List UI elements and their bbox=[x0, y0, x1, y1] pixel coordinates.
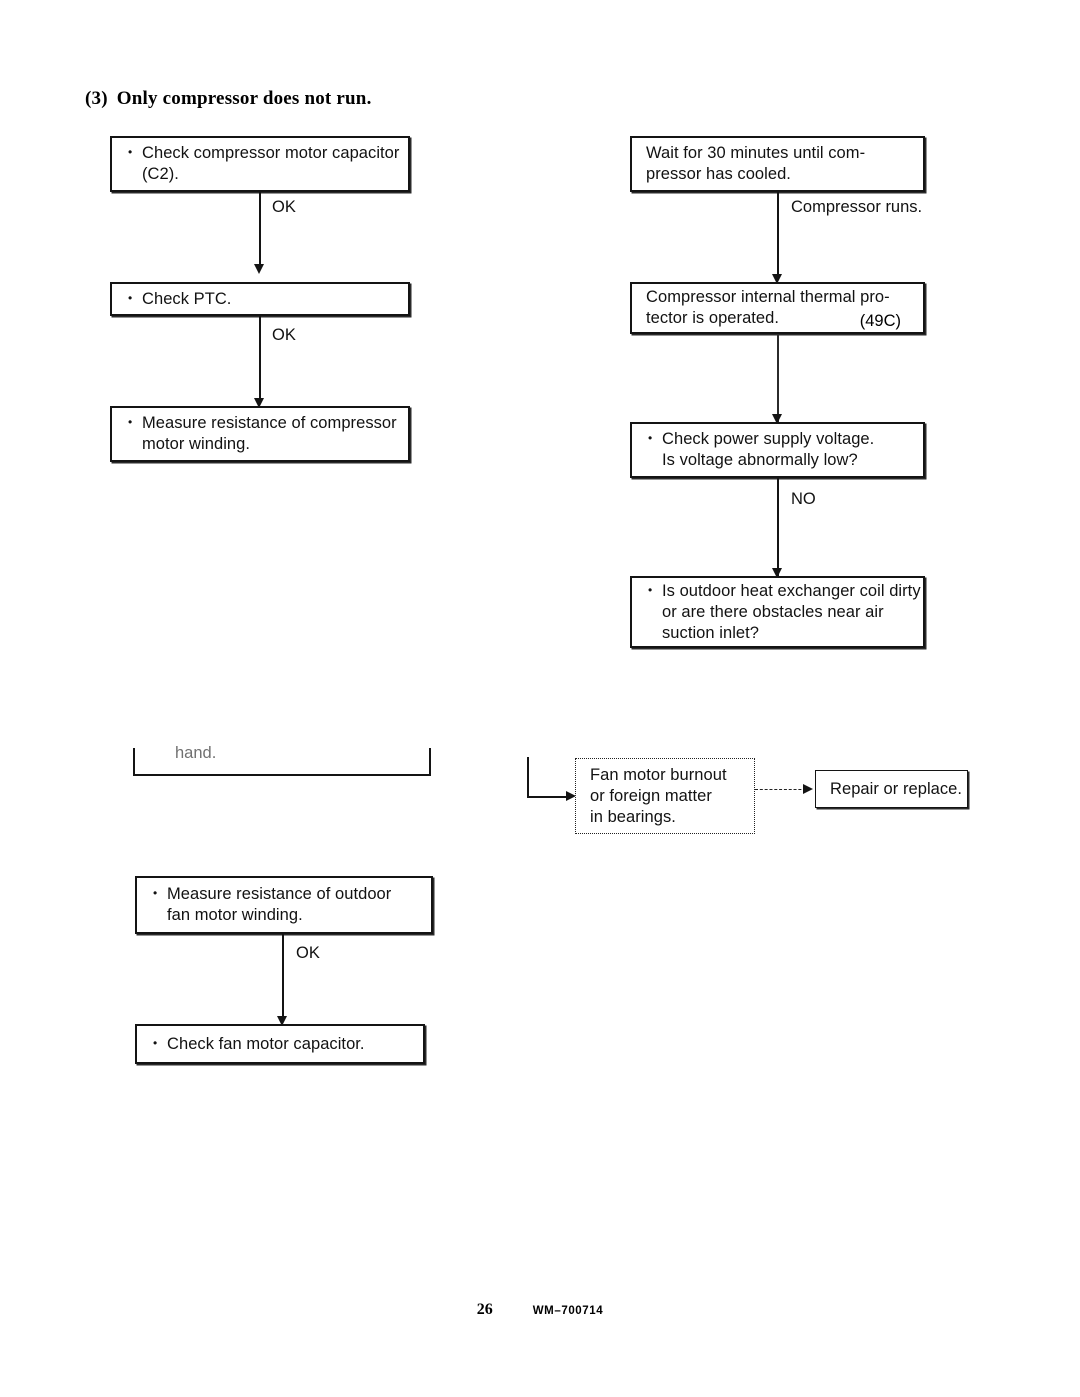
section-heading-number: (3) bbox=[85, 88, 108, 109]
flow-box-label: Repair or replace. bbox=[830, 779, 963, 798]
flow-box-outdoor-heat-exchanger-coil-dirty: Is outdoor heat exchanger coil dirty or … bbox=[630, 576, 925, 648]
flow-box-measure-resistance-compressor-motor-winding: Measure resistance of compressor motor w… bbox=[110, 406, 410, 462]
flow-box-thermal-protector-operated: Compressor internal thermal pro- tector … bbox=[630, 282, 925, 334]
section-heading: (3) Only compressor does not run. bbox=[85, 88, 372, 110]
document-page: (3) Only compressor does not run. Check c… bbox=[0, 0, 1080, 1397]
flow-box-label: Compressor internal thermal pro- tector … bbox=[646, 288, 890, 327]
flow-box-label: Measure resistance of compressor motor w… bbox=[112, 412, 397, 455]
flow-box-truncated-fragment: hand. bbox=[175, 744, 217, 762]
connector-line-capacitor-to-ptc bbox=[259, 192, 261, 268]
connector-line-power-supply-to-coil bbox=[777, 478, 779, 578]
flow-box-fan-motor-burnout: Fan motor burnout or foreign matter in b… bbox=[575, 758, 755, 834]
connector-line-wait-to-thermal bbox=[777, 192, 779, 278]
connector-line-thermal-to-power-supply bbox=[777, 334, 779, 422]
edge-label-compressor-runs: Compressor runs. bbox=[791, 198, 923, 216]
edge-label-ok-1: OK bbox=[272, 198, 296, 216]
page-footer: 26 WM–700714 bbox=[0, 1301, 1080, 1319]
edge-label-ok-2: OK bbox=[272, 326, 296, 344]
flow-box-label: Fan motor burnout or foreign matter in b… bbox=[590, 765, 727, 826]
flow-box-check-power-supply-voltage: Check power supply voltage. Is voltage a… bbox=[630, 422, 925, 478]
flow-box-repair-or-replace: Repair or replace. bbox=[815, 770, 968, 808]
flow-box-wait-30-minutes: Wait for 30 minutes until com- pressor h… bbox=[630, 136, 925, 192]
connector-line-fan-winding-to-capacitor bbox=[282, 934, 284, 1020]
flow-box-label: Wait for 30 minutes until com- pressor h… bbox=[646, 144, 866, 183]
flow-box-label: Check fan motor capacitor. bbox=[137, 1033, 365, 1055]
edge-label-ok-3: OK bbox=[296, 944, 320, 962]
flow-box-measure-resistance-outdoor-fan-motor-winding: Measure resistance of outdoor fan motor … bbox=[135, 876, 433, 934]
flow-box-label: Is outdoor heat exchanger coil dirty or … bbox=[632, 580, 921, 644]
edge-label-no: NO bbox=[791, 490, 816, 508]
arrow-right-icon bbox=[803, 784, 813, 794]
flow-box-truncated-hand: hand. bbox=[133, 744, 431, 776]
flow-box-label: Check PTC. bbox=[112, 288, 231, 310]
flow-box-label: Check compressor motor capacitor (C2). bbox=[112, 142, 399, 185]
flow-box-check-compressor-motor-capacitor: Check compressor motor capacitor (C2). bbox=[110, 136, 410, 192]
footer-page-number: 26 bbox=[476, 1301, 493, 1318]
section-heading-title: Only compressor does not run. bbox=[116, 88, 372, 109]
footer-document-code: WM–700714 bbox=[532, 1305, 604, 1317]
flow-box-label: Check power supply voltage. Is voltage a… bbox=[632, 428, 874, 471]
flow-box-check-ptc: Check PTC. bbox=[110, 282, 410, 316]
connector-line-horizontal-to-fan-motor bbox=[527, 796, 571, 798]
arrow-down-icon bbox=[254, 264, 264, 274]
flow-box-code-49c: (49C) bbox=[859, 312, 901, 330]
connector-line-ptc-to-measure bbox=[259, 316, 261, 402]
flow-box-check-fan-motor-capacitor: Check fan motor capacitor. bbox=[135, 1024, 425, 1064]
flow-box-label: Measure resistance of outdoor fan motor … bbox=[137, 883, 391, 926]
connector-line-vertical-to-fan-motor bbox=[527, 757, 529, 798]
